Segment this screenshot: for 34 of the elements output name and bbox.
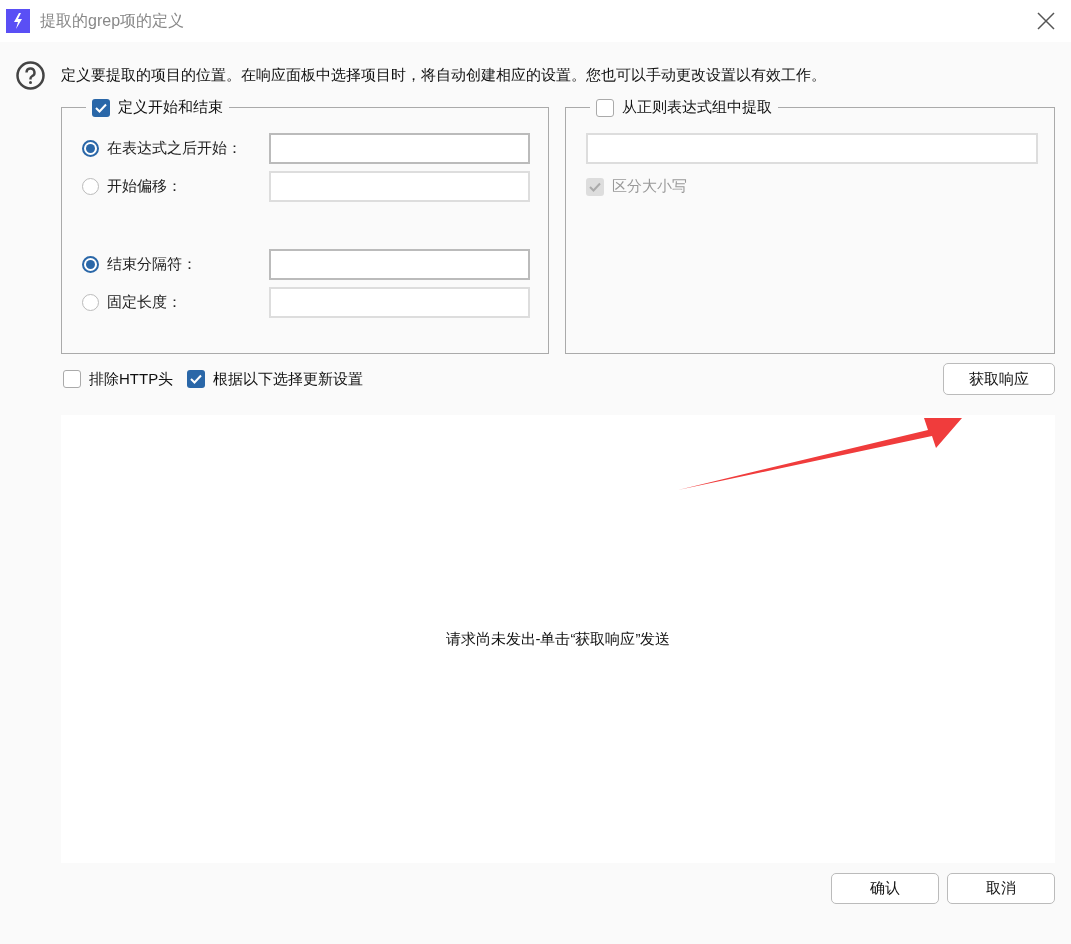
checkbox[interactable] [92, 98, 110, 117]
text-field[interactable] [269, 249, 530, 280]
checkbox-label: 从正则表达式组中提取 [622, 98, 772, 117]
radio-button[interactable] [82, 140, 99, 157]
help-icon [16, 60, 45, 90]
radio-label: 结束分隔符： [107, 255, 198, 274]
radio-label: 开始偏移： [107, 177, 183, 196]
lightning-logo-icon [6, 9, 30, 33]
radio-button[interactable] [82, 178, 99, 195]
radio-button[interactable] [82, 256, 99, 273]
checkmark-icon [190, 374, 203, 384]
checkbox-label: 排除HTTP头 [89, 369, 174, 389]
close-icon[interactable] [1037, 12, 1055, 30]
checkbox-label: 定义开始和结束 [118, 98, 223, 117]
confirm-button[interactable]: 确认 [831, 873, 939, 904]
text-field[interactable] [269, 133, 530, 164]
checkmark-icon [589, 181, 601, 192]
text-field[interactable] [269, 171, 530, 202]
cancel-button[interactable]: 取消 [947, 873, 1055, 904]
window-title: 提取的grep项的定义 [40, 10, 186, 31]
text-field[interactable] [586, 133, 1038, 164]
radio-label: 固定长度： [107, 293, 183, 312]
radio-label: 在表达式之后开始： [107, 139, 243, 158]
info-text: 定义要提取的项目的位置。在响应面板中选择项目时，将自动创建相应的设置。您也可以手动更改设置以有效工作。 [61, 65, 826, 85]
fetch-response-button[interactable]: 获取响应 [943, 363, 1055, 395]
checkbox-label: 根据以下选择更新设置 [213, 369, 364, 389]
text-field[interactable] [269, 287, 530, 318]
checkbox[interactable] [596, 98, 614, 117]
checkmark-icon [95, 102, 107, 113]
checkbox[interactable] [63, 370, 81, 388]
radio-button[interactable] [82, 294, 99, 311]
checkbox[interactable] [187, 370, 206, 388]
checkbox-label: 区分大小写 [612, 177, 687, 196]
response-message: 请求尚未发出-单击“获取响应”发送 [445, 629, 671, 649]
